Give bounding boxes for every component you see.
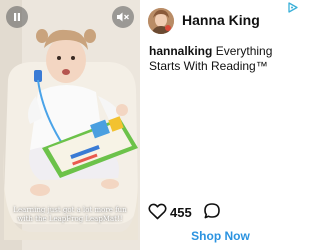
avatar-image: [148, 8, 174, 34]
pause-button[interactable]: [6, 6, 28, 28]
brand-name[interactable]: Hanna King: [182, 12, 260, 28]
muted-speaker-icon: [117, 12, 129, 22]
adchoices-icon[interactable]: [287, 2, 298, 13]
shop-now-button[interactable]: Shop Now: [141, 229, 300, 243]
mute-button[interactable]: [112, 6, 134, 28]
post-text: hannalking Everything Starts With Readin…: [149, 44, 297, 74]
post-handle[interactable]: hannalking: [149, 44, 212, 58]
like-count: 455: [170, 205, 192, 220]
video-caption: Learning just got a lot more fun with th…: [13, 206, 127, 223]
heart-icon[interactable]: [148, 203, 167, 220]
ad-unit[interactable]: Learning just got a lot more fun with th…: [0, 0, 300, 250]
comment-icon[interactable]: [203, 202, 221, 220]
avatar[interactable]: [148, 8, 174, 34]
post-panel: Hanna King hannalking Everything Starts …: [141, 0, 300, 250]
video-player[interactable]: Learning just got a lot more fun with th…: [0, 0, 140, 250]
pause-icon: [14, 13, 20, 21]
